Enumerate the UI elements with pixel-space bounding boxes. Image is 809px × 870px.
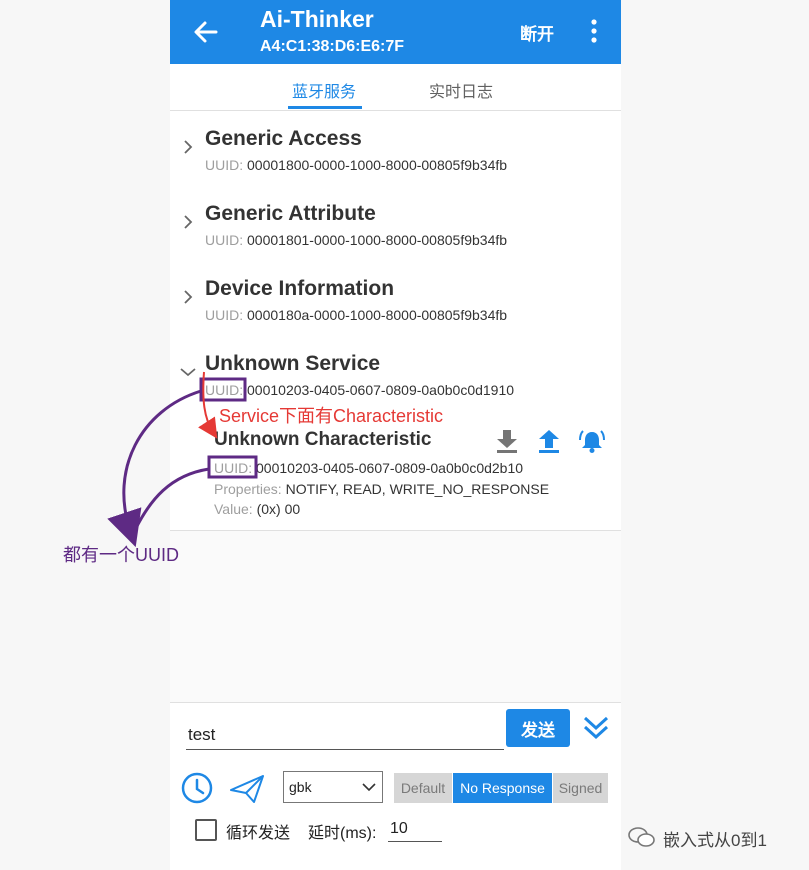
characteristic-value: Value: (0x) 00 [214, 501, 300, 517]
service-uuid: UUID: 00001800-0000-1000-8000-00805f9b34… [205, 157, 507, 173]
uuid-value: 00010203-0405-0607-0809-0a0b0c0d1910 [247, 382, 515, 398]
uuid-value: 00001800-0000-1000-8000-00805f9b34fb [247, 157, 508, 173]
expand-button[interactable] [582, 713, 610, 743]
uuid-value: 00010203-0405-0607-0809-0a0b0c0d2b10 [256, 460, 524, 476]
history-button[interactable] [180, 771, 214, 805]
service-name: Generic Access [205, 127, 362, 150]
characteristic-uuid: UUID: 00010203-0405-0607-0809-0a0b0c0d2b… [214, 460, 523, 476]
uuid-label: UUID: [205, 307, 244, 323]
read-button[interactable] [493, 427, 521, 455]
download-icon [497, 430, 517, 453]
uuid-label: UUID: [205, 382, 244, 398]
write-button[interactable] [535, 427, 563, 455]
notify-bell-icon [579, 430, 605, 453]
service-name: Device Information [205, 277, 395, 300]
service-item-unknown-service[interactable]: Unknown Service UUID: 00010203-0405-0607… [170, 336, 621, 411]
characteristic-name: Unknown Characteristic [214, 429, 432, 450]
more-menu-button[interactable] [584, 16, 604, 46]
value-value: (0x) 00 [256, 501, 301, 517]
tab-bluetooth-services[interactable]: 蓝牙服务 [292, 78, 356, 102]
chevron-right-icon [184, 290, 193, 304]
properties-value: NOTIFY, READ, WRITE_NO_RESPONSE [285, 481, 550, 497]
upload-icon [539, 430, 559, 453]
double-chevron-down-icon [583, 716, 609, 740]
arrow-left-icon [194, 21, 218, 43]
loop-send-checkbox[interactable] [195, 819, 217, 841]
send-button[interactable]: 发送 [506, 709, 570, 747]
loop-send-label: 循环发送 [226, 825, 291, 842]
quick-send-button[interactable] [228, 773, 266, 805]
chevron-right-icon [184, 140, 193, 154]
characteristic-properties: Properties: NOTIFY, READ, WRITE_NO_RESPO… [214, 481, 549, 497]
uuid-label: UUID: [214, 460, 253, 476]
service-item-generic-access[interactable]: Generic Access UUID: 00001800-0000-1000-… [170, 111, 621, 187]
more-vert-icon [591, 19, 597, 43]
properties-label: Properties: [214, 481, 282, 497]
uuid-value: 0000180a-0000-1000-8000-00805f9b34fb [247, 307, 508, 323]
device-mac-address: A4:C1:38:D6:E6:7F [260, 38, 405, 55]
tab-bar: 蓝牙服务 实时日志 [170, 64, 621, 111]
uuid-label: UUID: [205, 157, 244, 173]
delay-input[interactable] [388, 817, 442, 842]
notify-button[interactable] [578, 427, 606, 455]
service-name: Unknown Service [205, 352, 381, 375]
annotation-uuid: 都有一个UUID [63, 545, 179, 565]
uuid-value: 00001801-0000-1000-8000-00805f9b34fb [247, 232, 508, 248]
value-label: Value: [214, 501, 253, 517]
chevron-right-icon [184, 215, 193, 229]
send-panel: 发送 gbk Default No Respon [170, 702, 621, 870]
service-name: Generic Attribute [205, 202, 376, 225]
back-button[interactable] [190, 16, 222, 48]
clock-icon [181, 772, 213, 804]
mode-default[interactable]: Default [394, 773, 452, 803]
uuid-label: UUID: [205, 232, 244, 248]
watermark-text: 嵌入式从0到1 [663, 831, 767, 850]
mode-no-response[interactable]: No Response [453, 773, 552, 803]
chevron-down-icon [180, 368, 196, 377]
active-tab-indicator [288, 106, 362, 109]
service-uuid: UUID: 00010203-0405-0607-0809-0a0b0c0d19… [205, 382, 514, 398]
disconnect-button[interactable]: 断开 [520, 20, 554, 45]
chevron-down-icon [362, 783, 376, 792]
tab-realtime-log[interactable]: 实时日志 [429, 78, 493, 102]
wechat-icon [628, 827, 655, 847]
app-bar: Ai-Thinker A4:C1:38:D6:E6:7F 断开 [170, 0, 621, 64]
mode-signed[interactable]: Signed [553, 773, 608, 803]
service-item-generic-attribute[interactable]: Generic Attribute UUID: 00001801-0000-10… [170, 186, 621, 262]
encoding-value: gbk [289, 779, 312, 795]
service-uuid: UUID: 0000180a-0000-1000-8000-00805f9b34… [205, 307, 507, 323]
device-name: Ai-Thinker [260, 6, 374, 32]
service-item-device-information[interactable]: Device Information UUID: 0000180a-0000-1… [170, 261, 621, 337]
delay-label: 延时(ms): [308, 825, 377, 842]
send-text-input[interactable] [186, 721, 504, 750]
annotation-service-characteristic: Service下面有Characteristic [219, 406, 444, 426]
paper-plane-icon [230, 775, 264, 803]
encoding-select[interactable]: gbk [283, 771, 383, 803]
phone-screen: Ai-Thinker A4:C1:38:D6:E6:7F 断开 蓝牙服务 实时日… [170, 0, 621, 870]
characteristic-item: Unknown Characteristic UUID: 00010203-04… [170, 411, 621, 531]
service-uuid: UUID: 00001801-0000-1000-8000-00805f9b34… [205, 232, 507, 248]
